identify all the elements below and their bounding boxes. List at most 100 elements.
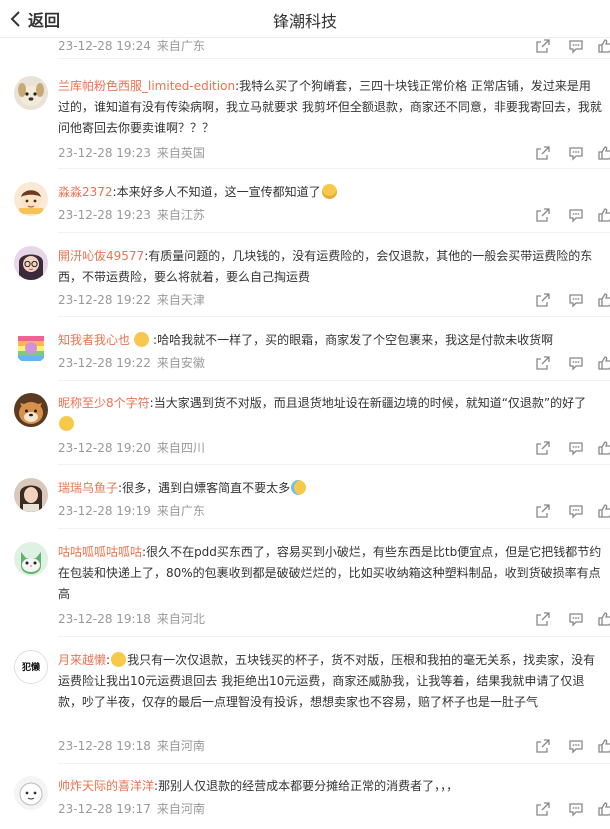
share-icon[interactable] xyxy=(535,503,551,519)
like-icon[interactable] xyxy=(597,611,610,627)
avatar[interactable] xyxy=(14,776,48,810)
avatar[interactable] xyxy=(14,182,48,216)
comment-meta: 23-12-28 19:17 来自河南 xyxy=(58,801,211,817)
avatar[interactable] xyxy=(14,330,48,364)
avatar[interactable] xyxy=(14,393,48,427)
cat-avatar-icon xyxy=(14,542,48,576)
comment-actions xyxy=(535,207,610,223)
like-icon[interactable] xyxy=(597,292,610,308)
comment-username[interactable]: 帅炸天际的喜洋洋 xyxy=(58,779,154,793)
comment-body: 淼淼2372:本来好多人不知道，这一宣传都知道了 xyxy=(58,182,602,203)
comment-icon[interactable] xyxy=(568,440,584,456)
comment-meta: 23-12-28 19:23 来自江苏 xyxy=(58,207,211,223)
comment-username[interactable]: 昵称至少8个字符 xyxy=(58,396,150,410)
comment-text: 那别人仅退款的经营成本都要分摊给正常的消费者了，，， xyxy=(158,779,459,793)
avatar[interactable] xyxy=(14,246,48,280)
share-icon[interactable] xyxy=(535,355,551,371)
smile-emoji-icon xyxy=(111,652,127,667)
comment-time: 23-12-28 19:23 xyxy=(58,146,151,160)
comment-time: 23-12-28 19:18 xyxy=(58,612,151,626)
comment-icon[interactable] xyxy=(568,738,584,754)
like-icon[interactable] xyxy=(597,38,610,54)
chevron-left-icon xyxy=(10,11,20,27)
divider xyxy=(58,763,610,764)
back-label: 返回 xyxy=(28,11,61,30)
comment-time: 23-12-28 19:19 xyxy=(58,504,151,518)
comment-meta: 23-12-28 19:18 来自河北 xyxy=(58,611,211,627)
comment-icon[interactable] xyxy=(568,38,584,54)
comment-icon[interactable] xyxy=(568,292,584,308)
divider xyxy=(58,232,610,233)
comment-icon[interactable] xyxy=(568,145,584,161)
share-icon[interactable] xyxy=(535,292,551,308)
share-icon[interactable] xyxy=(535,801,551,817)
share-icon[interactable] xyxy=(535,145,551,161)
like-icon[interactable] xyxy=(597,801,610,817)
comment-time: 23-12-28 19:24 xyxy=(58,39,151,53)
share-icon[interactable] xyxy=(535,207,551,223)
comment-body: 兰库帕粉色西服_limited-edition:我特么买了个狗嵴套，三四十块钱正… xyxy=(58,79,602,135)
comment-username[interactable]: 開汧吣伖49577 xyxy=(58,249,144,263)
like-icon[interactable] xyxy=(597,355,610,371)
cry-emoji-icon xyxy=(291,480,307,495)
glasses-girl-avatar-icon xyxy=(14,246,48,280)
share-icon[interactable] xyxy=(535,738,551,754)
like-icon[interactable] xyxy=(597,440,610,456)
comment-icon[interactable] xyxy=(568,611,584,627)
like-icon[interactable] xyxy=(597,503,610,519)
comment-username[interactable]: 兰库帕粉色西服_limited-edition xyxy=(58,79,235,93)
comment-location: 来自河南 xyxy=(156,802,205,816)
divider xyxy=(58,464,610,465)
comment-actions xyxy=(535,611,610,627)
comment-meta: 23-12-28 19:22 来自安徽 xyxy=(58,355,211,371)
avatar[interactable]: 犯懒 xyxy=(14,650,48,684)
divider xyxy=(58,636,610,637)
comment-actions xyxy=(535,355,610,371)
comment-text: 当大家遇到货不对版，而且退货地址设在新疆边境的时候，就知道“仅退款”的好了 xyxy=(153,396,587,410)
comment-feed[interactable]: 23-12-28 19:24 来自广东 兰库帕粉色西服_limited-editi… xyxy=(0,0,610,829)
comment-username[interactable]: 咕咕呱呱咕呱咕 xyxy=(58,545,142,559)
like-icon[interactable] xyxy=(597,738,610,754)
divider xyxy=(58,316,610,317)
comment-username[interactable]: 知我者我心也 xyxy=(58,333,130,347)
avatar-text: 犯懒 xyxy=(21,663,40,673)
shiba-avatar-icon xyxy=(14,393,48,427)
comment-icon[interactable] xyxy=(568,503,584,519)
comment-location: 来自江苏 xyxy=(156,208,205,222)
comment-time: 23-12-28 19:20 xyxy=(58,441,151,455)
share-icon[interactable] xyxy=(535,440,551,456)
comment-text: 本来好多人不知道，这一宣传都知道了 xyxy=(116,185,321,199)
sheep-avatar-icon xyxy=(14,776,48,810)
comment-username[interactable]: 淼淼2372 xyxy=(58,185,113,199)
comment-icon[interactable] xyxy=(568,355,584,371)
comment-username[interactable]: 月来越懒 xyxy=(58,653,106,667)
comment-location: 来自天津 xyxy=(156,293,205,307)
comment-meta: 23-12-28 19:22 来自天津 xyxy=(58,292,211,308)
comment-actions xyxy=(535,38,610,54)
back-button[interactable]: 返回 xyxy=(8,6,60,32)
divider xyxy=(58,58,610,59)
comment-username[interactable]: 瑞瑞乌鱼子 xyxy=(58,481,118,495)
like-icon[interactable] xyxy=(597,145,610,161)
comment-meta: 23-12-28 19:20 来自四川 xyxy=(58,440,211,456)
share-icon[interactable] xyxy=(535,38,551,54)
divider xyxy=(58,528,610,529)
comment-meta: 23-12-28 19:18 来自河南 xyxy=(58,738,211,754)
comment-body: 瑞瑞乌鱼子:很多，遇到白嫖客简直不要太多 xyxy=(58,478,602,499)
comment-icon[interactable] xyxy=(568,801,584,817)
avatar[interactable] xyxy=(14,542,48,576)
comment-body: 月来越懒: 我只有一次仅退款，五块钱买的杯子，货不对版，压根和我拍的毫无关系，找卖… xyxy=(58,652,596,709)
rainbow-avatar-icon xyxy=(14,330,48,364)
comment-body: 知我者我心也:哈哈我就不一样了，买的眼霜，商家发了个空包裹来，我这是付款未收货啊 xyxy=(58,332,554,347)
comment-icon[interactable] xyxy=(568,207,584,223)
comment-actions xyxy=(535,801,610,817)
comment-body: 開汧吣伖49577:有质量问题的，几块钱的，没有运费险的，会仅退款，其他的一般会… xyxy=(58,249,593,284)
crown-badge-icon xyxy=(134,332,150,347)
comment-time: 23-12-28 19:22 xyxy=(58,356,151,370)
avatar[interactable] xyxy=(14,76,48,110)
laugh-emoji-icon xyxy=(321,184,337,199)
avatar[interactable] xyxy=(14,478,48,512)
like-icon[interactable] xyxy=(597,207,610,223)
comment-text: 哈哈我就不一样了，买的眼霜，商家发了个空包裹来，我这是付款未收货啊 xyxy=(157,333,554,347)
share-icon[interactable] xyxy=(535,611,551,627)
